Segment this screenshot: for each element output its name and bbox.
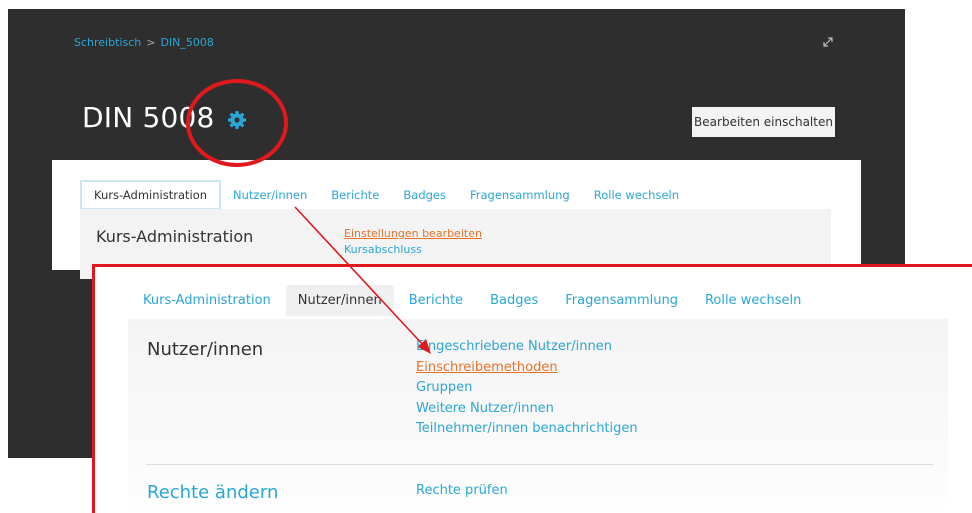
link-einstellungen-bearbeiten[interactable]: Einstellungen bearbeiten [344, 226, 482, 242]
admin-panel-small: Kurs-Administration Nutzer/innen Bericht… [52, 160, 861, 279]
section-links: Einstellungen bearbeiten Kursabschluss [344, 226, 482, 258]
breadcrumb: Schreibtisch > DIN_5008 [74, 36, 214, 49]
link-teilnehmer-benachrichtigen[interactable]: Teilnehmer/innen benachrichtigen [416, 419, 638, 440]
tab-kurs-administration[interactable]: Kurs-Administration [131, 285, 283, 316]
page-title: DIN 5008 [82, 101, 215, 134]
section-title: Kurs-Administration [96, 227, 254, 246]
tab-berichte[interactable]: Berichte [319, 180, 391, 210]
link-weitere-nutzer[interactable]: Weitere Nutzer/innen [416, 399, 638, 420]
callout-border-left [92, 264, 95, 513]
tab-nutzer-innen[interactable]: Nutzer/innen [221, 180, 319, 210]
admin-tabs: Kurs-Administration Nutzer/innen Bericht… [80, 180, 691, 210]
users-section-title: Nutzer/innen [147, 339, 264, 360]
gear-icon[interactable] [227, 110, 247, 130]
breadcrumb-course[interactable]: DIN_5008 [160, 36, 213, 49]
link-gruppen[interactable]: Gruppen [416, 378, 638, 399]
rights-section-title: Rechte ändern [147, 482, 279, 503]
tab-rolle-wechseln[interactable]: Rolle wechseln [582, 180, 691, 210]
section-divider [146, 464, 933, 465]
tab-berichte[interactable]: Berichte [397, 285, 475, 316]
edit-mode-button[interactable]: Bearbeiten einschalten [692, 107, 835, 137]
users-tabs: Kurs-Administration Nutzer/innen Bericht… [131, 285, 816, 316]
breadcrumb-home[interactable]: Schreibtisch [74, 36, 141, 49]
breadcrumb-separator: > [146, 36, 156, 49]
users-links: Eingeschriebene Nutzer/innen Einschreibe… [416, 337, 638, 440]
tab-badges[interactable]: Badges [391, 180, 458, 210]
tab-fragensammlung[interactable]: Fragensammlung [553, 285, 690, 316]
callout-border-top [92, 264, 972, 267]
tab-nutzer-innen[interactable]: Nutzer/innen [285, 285, 394, 316]
link-kursabschluss[interactable]: Kursabschluss [344, 242, 482, 258]
tab-badges[interactable]: Badges [478, 285, 550, 316]
link-einschreibemethoden[interactable]: Einschreibemethoden [416, 358, 638, 379]
tab-rolle-wechseln[interactable]: Rolle wechseln [693, 285, 813, 316]
link-rechte-pruefen[interactable]: Rechte prüfen [416, 483, 508, 498]
expand-icon[interactable] [821, 35, 835, 49]
link-eingeschriebene-nutzer[interactable]: Eingeschriebene Nutzer/innen [416, 337, 638, 358]
tab-kurs-administration[interactable]: Kurs-Administration [80, 180, 222, 210]
tab-fragensammlung[interactable]: Fragensammlung [458, 180, 582, 210]
